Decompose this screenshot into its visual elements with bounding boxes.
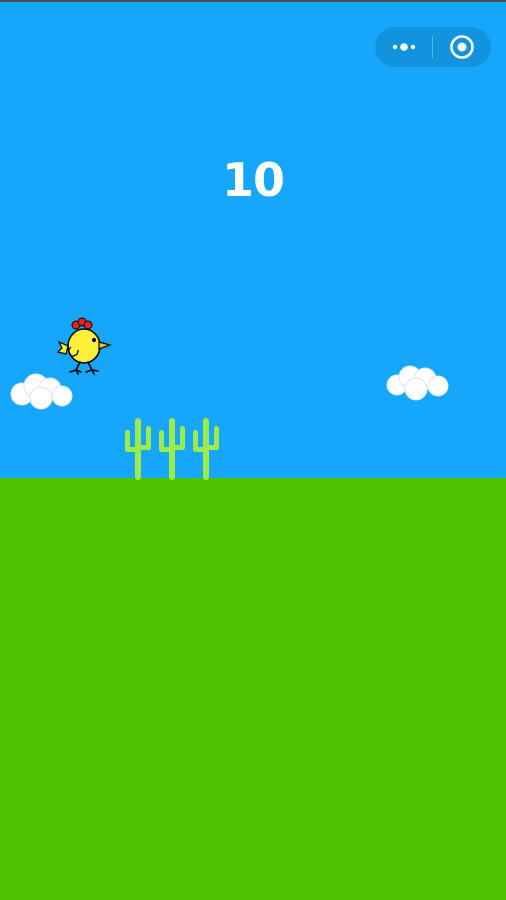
more-button[interactable] bbox=[375, 27, 432, 67]
game-stage[interactable]: 10 bbox=[0, 0, 506, 900]
score-counter: 10 bbox=[221, 153, 285, 207]
miniprogram-capsule bbox=[375, 27, 491, 67]
close-button[interactable] bbox=[433, 27, 490, 67]
cactus-2 bbox=[159, 418, 185, 480]
ground bbox=[0, 478, 506, 900]
window-top-edge bbox=[0, 0, 506, 2]
cloud-right bbox=[386, 365, 449, 401]
chicken-player bbox=[56, 317, 112, 375]
cactus-obstacles bbox=[125, 418, 219, 480]
sky-background bbox=[0, 0, 506, 478]
cactus-3 bbox=[193, 418, 219, 480]
more-dots-icon bbox=[392, 43, 415, 51]
target-circle-icon bbox=[449, 35, 474, 59]
cactus-1 bbox=[125, 418, 151, 480]
